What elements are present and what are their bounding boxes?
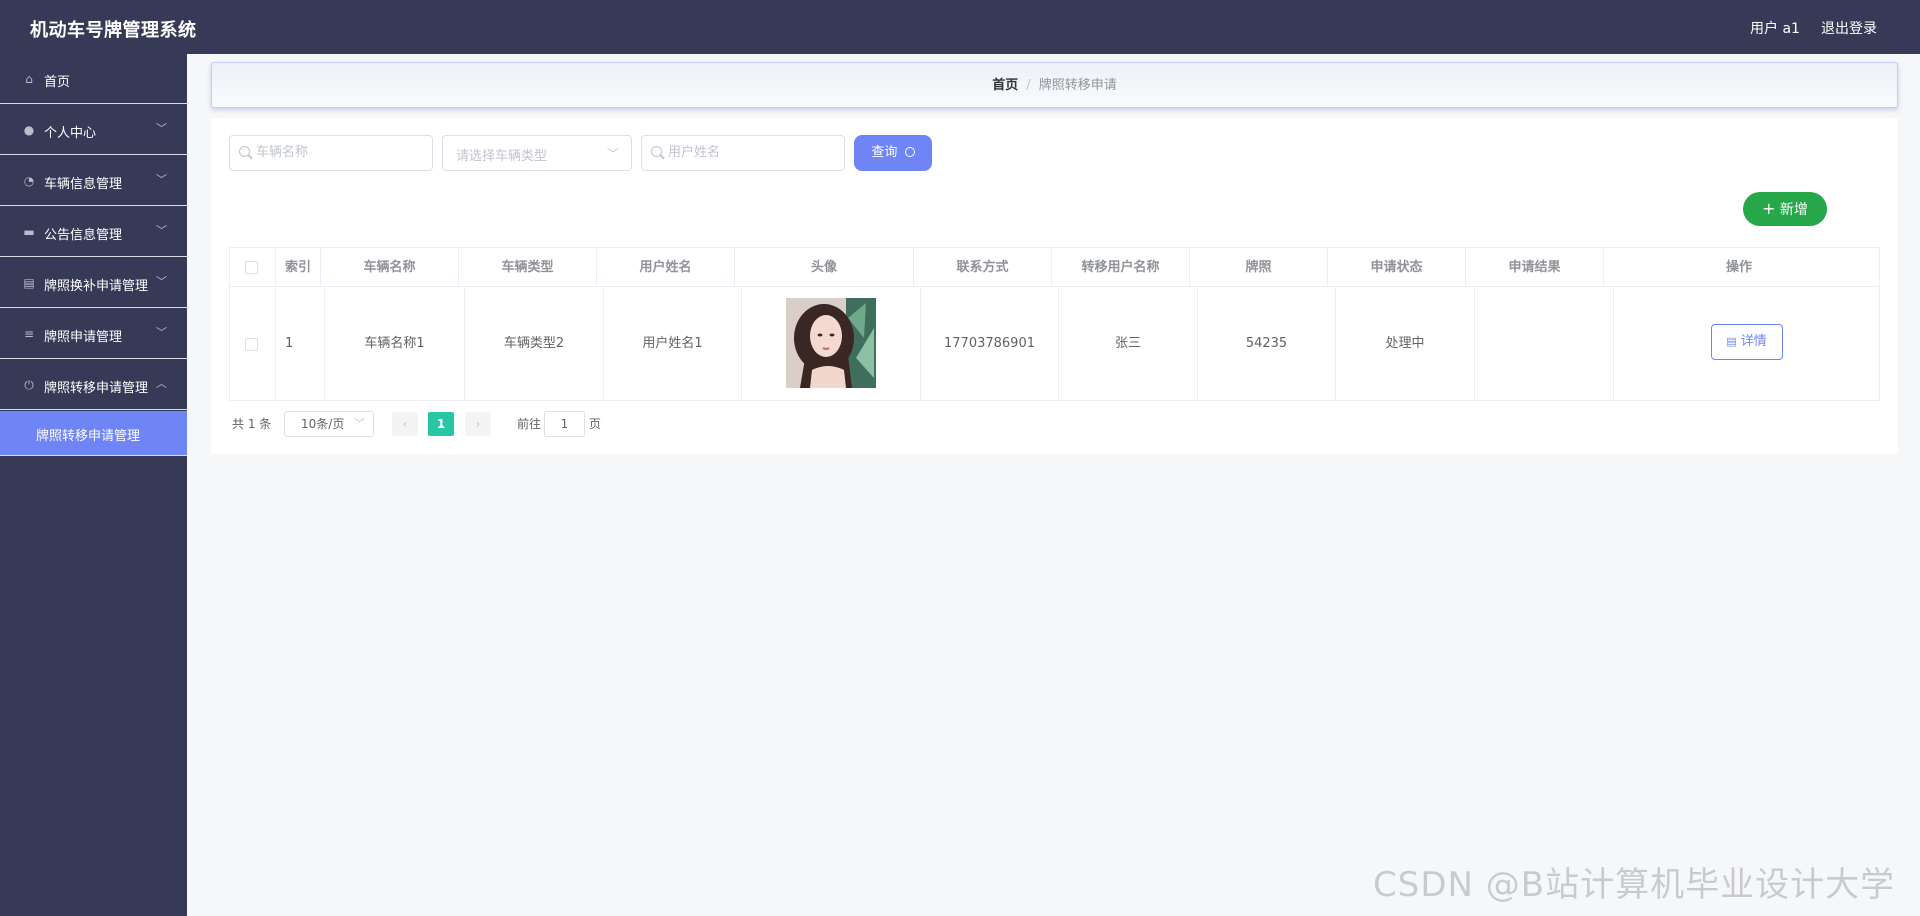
chevron-down-icon: ﹀ [156, 275, 167, 288]
sidebar-item-label: 牌照换补申请管理 [44, 279, 149, 294]
sidebar-item-home[interactable]: ⌂ 首页 [0, 54, 187, 104]
header-user-name: 用户姓名 [597, 248, 735, 286]
sidebar-subitem-label: 牌照转移申请管理 [36, 429, 141, 444]
header-vehicle-type: 车辆类型 [459, 248, 597, 286]
search-icon [904, 147, 915, 157]
table-header: 索引 车辆名称 车辆类型 用户姓名 头像 联系方式 转移用户名称 牌照 申请状态… [230, 248, 1879, 287]
current-user: 用户 a1 [1750, 21, 1800, 37]
row-checkbox[interactable] [245, 338, 258, 351]
logout-button[interactable]: 退出登录 [1821, 18, 1877, 38]
sidebar-item-personal-center[interactable]: ● 个人中心 ﹀ [0, 105, 187, 155]
sidebar-item-notice-info[interactable]: ▬ 公告信息管理 ﹀ [0, 207, 187, 257]
watermark: CSDN @B站计算机毕业设计大学 [1373, 865, 1896, 905]
search-icon [651, 146, 662, 157]
sliders-icon: ≡ [23, 327, 35, 341]
next-page-button[interactable]: › [465, 412, 491, 436]
row-select-cell [230, 288, 276, 400]
pagination-total: 共 1 条 [232, 417, 272, 431]
power-icon: ⏻ [24, 378, 34, 392]
plus-icon: + [1762, 199, 1776, 218]
cell-status: 处理中 [1336, 288, 1475, 400]
breadcrumb-separator: / [1026, 78, 1031, 93]
chevron-down-icon: ﹀ [156, 122, 167, 135]
chevron-down-icon: ﹀ [156, 326, 167, 339]
goto-suffix: 页 [589, 417, 602, 431]
avatar [786, 298, 876, 388]
add-button[interactable]: + 新增 [1743, 192, 1827, 226]
header-index: 索引 [276, 248, 321, 286]
data-table: 索引 车辆名称 车辆类型 用户姓名 头像 联系方式 转移用户名称 牌照 申请状态… [229, 247, 1880, 401]
header-contact: 联系方式 [914, 248, 1052, 286]
gauge-icon: ◔ [23, 174, 35, 188]
cell-plate: 54235 [1198, 288, 1336, 400]
monitor-icon: ▬ [23, 225, 35, 239]
breadcrumb-current: 牌照转移申请 [1038, 78, 1117, 93]
avatar-portrait-image [786, 298, 876, 388]
goto-page-input[interactable]: 1 [544, 411, 585, 437]
page-number-current[interactable]: 1 [428, 412, 454, 436]
user-icon: ● [23, 123, 35, 137]
breadcrumb-home[interactable]: 首页 [992, 78, 1018, 93]
query-button[interactable]: 查询 [854, 135, 932, 171]
vehicle-type-placeholder: 请选择车辆类型 [456, 149, 548, 164]
home-icon: ⌂ [25, 72, 33, 86]
chevron-up-icon: ︿ [156, 377, 167, 390]
cell-user-name: 用户姓名1 [604, 288, 742, 400]
query-button-label: 查询 [871, 145, 898, 160]
sidebar-item-plate-transfer[interactable]: ⏻ 牌照转移申请管理 ︿ [0, 360, 187, 410]
sidebar: ⌂ 首页 ● 个人中心 ﹀ ◔ 车辆信息管理 ﹀ ▬ 公告信息管理 ﹀ ▤ 牌照… [0, 54, 187, 916]
sidebar-item-label: 牌照申请管理 [44, 330, 123, 345]
header-result: 申请结果 [1466, 248, 1604, 286]
cell-index: 1 [276, 288, 325, 400]
sidebar-item-vehicle-info[interactable]: ◔ 车辆信息管理 ﹀ [0, 156, 187, 206]
header-transfer-user: 转移用户名称 [1052, 248, 1190, 286]
cell-actions: ▤ 详情 [1614, 288, 1879, 400]
sidebar-item-label: 个人中心 [44, 126, 97, 141]
chevron-down-icon: ﹀ [156, 224, 167, 237]
sidebar-item-label: 牌照转移申请管理 [44, 381, 149, 396]
detail-button[interactable]: ▤ 详情 [1710, 324, 1783, 360]
header-actions: 操作 [1725, 260, 1752, 275]
cell-contact: 17703786901 [921, 288, 1059, 400]
page-size-value: 10条/页 [301, 417, 345, 431]
sidebar-item-plate-apply[interactable]: ≡ 牌照申请管理 ﹀ [0, 309, 187, 359]
sidebar-item-label: 车辆信息管理 [44, 177, 123, 192]
cell-vehicle-type: 车辆类型2 [465, 288, 604, 400]
add-button-label: 新增 [1779, 202, 1808, 218]
header-avatar: 头像 [735, 248, 914, 286]
document-icon: ▤ [1726, 335, 1737, 348]
table-row: 1 车辆名称1 车辆类型2 用户姓名1 17703786901 张三 54235… [230, 288, 1879, 400]
goto-prefix: 前往 [517, 417, 542, 431]
cell-transfer-user: 张三 [1059, 288, 1198, 400]
breadcrumb: 首页 / 牌照转移申请 [211, 62, 1898, 108]
sidebar-item-plate-replace[interactable]: ▤ 牌照换补申请管理 ﹀ [0, 258, 187, 308]
user-name-input[interactable] [668, 145, 828, 160]
cell-result [1475, 288, 1614, 400]
chevron-down-icon: ﹀ [354, 417, 365, 430]
select-all-checkbox[interactable] [245, 261, 258, 274]
header-status: 申请状态 [1328, 248, 1466, 286]
sidebar-item-label: 公告信息管理 [44, 228, 123, 243]
detail-button-label: 详情 [1740, 334, 1767, 349]
briefcase-icon: ▤ [23, 276, 35, 290]
sidebar-subitem-plate-transfer[interactable]: 牌照转移申请管理 [0, 411, 187, 456]
header-vehicle-name: 车辆名称 [321, 248, 459, 286]
page-size-select[interactable]: 10条/页 ﹀ [284, 411, 374, 437]
vehicle-name-input[interactable] [256, 145, 416, 160]
prev-page-button[interactable]: ‹ [392, 412, 418, 436]
app-title: 机动车号牌管理系统 [30, 20, 197, 41]
header-plate: 牌照 [1190, 248, 1328, 286]
select-all-cell [230, 248, 276, 286]
search-icon [239, 146, 250, 157]
chevron-down-icon: ﹀ [606, 147, 619, 161]
vehicle-type-select[interactable]: 请选择车辆类型 ﹀ [442, 135, 632, 171]
vehicle-name-search[interactable] [229, 135, 433, 171]
sidebar-item-label: 首页 [44, 75, 71, 90]
top-bar: 机动车号牌管理系统 用户 a1 退出登录 [0, 0, 1920, 54]
cell-vehicle-name: 车辆名称1 [325, 288, 465, 400]
cell-avatar [742, 288, 921, 400]
chevron-down-icon: ﹀ [156, 173, 167, 186]
user-name-search[interactable] [641, 135, 845, 171]
